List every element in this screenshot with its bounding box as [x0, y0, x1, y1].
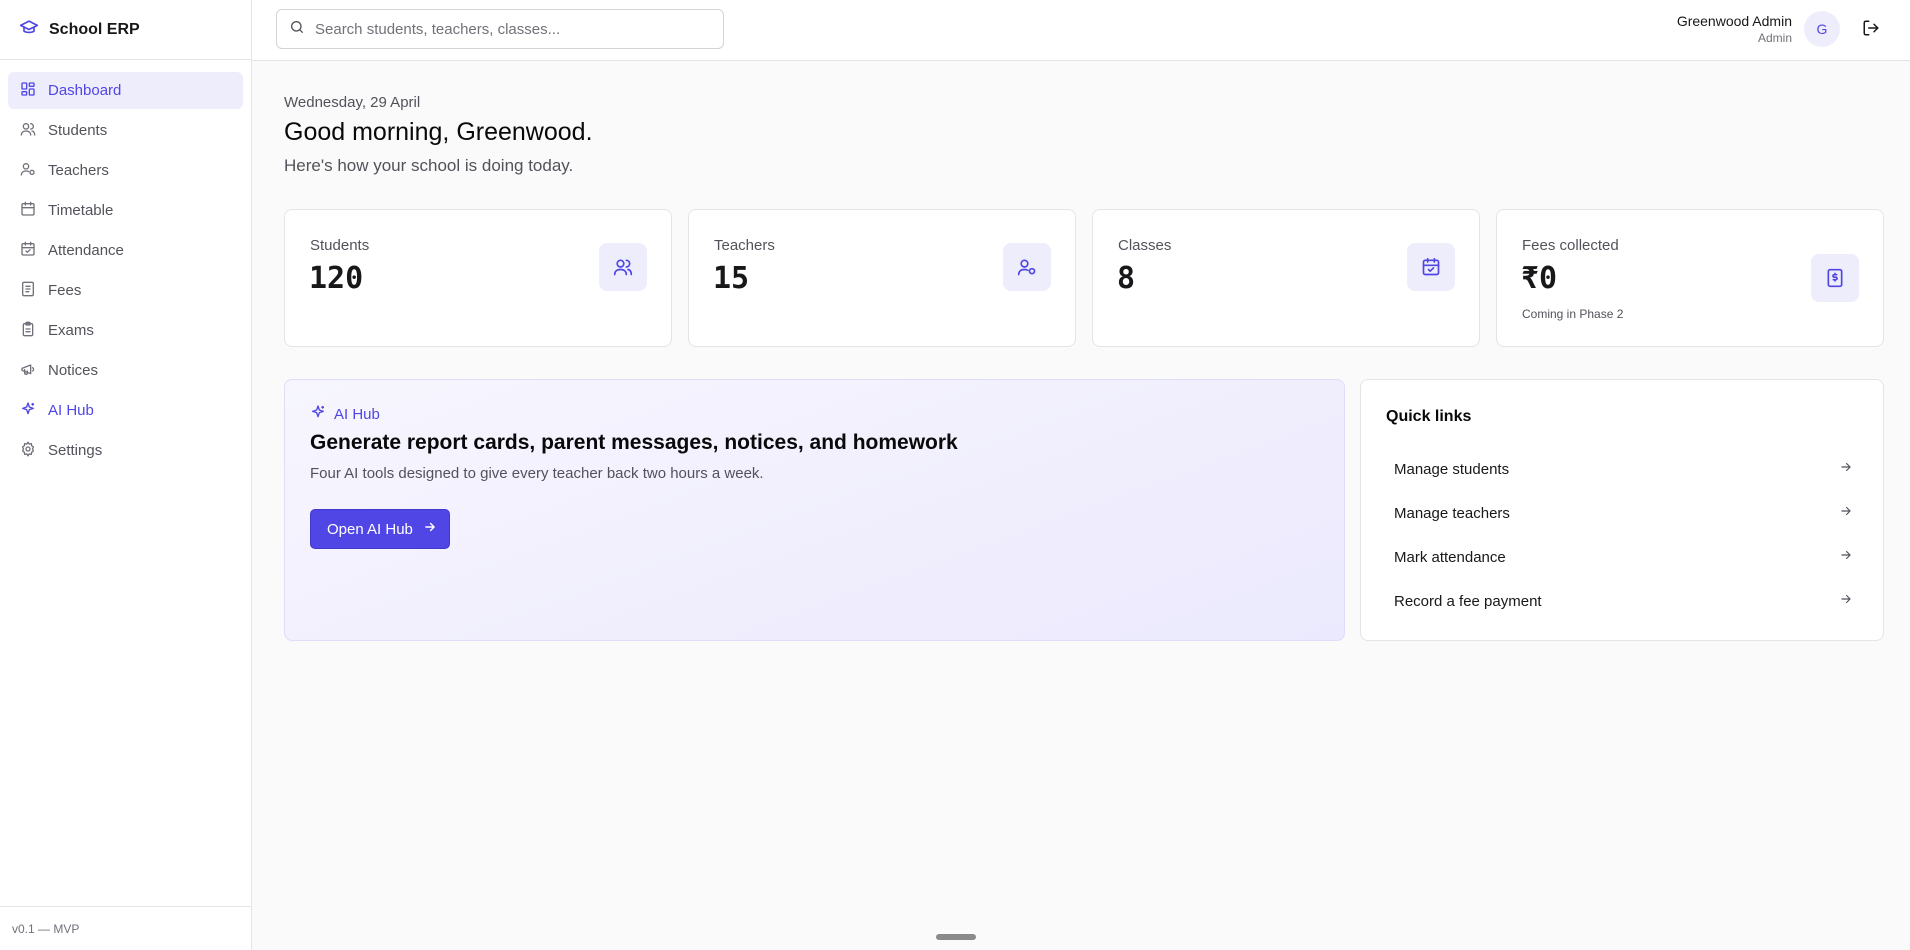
quick-links-title: Quick links: [1386, 408, 1472, 425]
sidebar-item-label: Fees: [48, 282, 82, 299]
quick-link-record-fee-payment[interactable]: Record a fee payment: [1386, 582, 1861, 620]
stat-card-fees: Fees collected ₹0 Coming in Phase 2: [1496, 209, 1884, 347]
arrow-right-icon: [1839, 592, 1853, 610]
search-icon: [289, 19, 305, 40]
topbar: Greenwood Admin Admin G: [252, 0, 1910, 61]
stat-card-classes: Classes 8: [1092, 209, 1480, 347]
sidebar-item-label: Exams: [48, 322, 94, 339]
sidebar-item-students[interactable]: Students: [8, 112, 243, 149]
sidebar-item-fees[interactable]: Fees: [8, 272, 243, 309]
stat-label: Teachers: [714, 237, 775, 254]
sidebar-item-settings[interactable]: Settings: [8, 432, 243, 469]
page-title: Good morning, Greenwood.: [284, 118, 593, 146]
quick-link-mark-attendance[interactable]: Mark attendance: [1386, 538, 1861, 576]
stat-label: Fees collected: [1522, 237, 1619, 254]
quick-link-label: Mark attendance: [1394, 548, 1506, 566]
sidebar-item-label: Timetable: [48, 202, 114, 219]
stat-value: 120: [309, 261, 364, 296]
stat-value: 15: [713, 261, 750, 296]
calendar-check-icon: [1407, 243, 1455, 291]
quick-link-label: Manage students: [1394, 460, 1510, 478]
stat-value: 8: [1117, 261, 1136, 296]
open-ai-hub-button[interactable]: Open AI Hub: [310, 509, 450, 549]
sidebar-item-label: Dashboard: [48, 82, 122, 99]
current-date: Wednesday, 29 April: [284, 94, 421, 111]
users-icon: [20, 121, 36, 141]
clipboard-icon: [20, 321, 36, 341]
gear-icon: [20, 440, 36, 461]
ai-hub-description: Four AI tools designed to give every tea…: [310, 465, 764, 482]
quick-link-manage-teachers[interactable]: Manage teachers: [1386, 494, 1861, 532]
receipt-icon: [1811, 254, 1859, 302]
quick-link-label: Manage teachers: [1394, 504, 1510, 522]
stat-value: ₹0: [1521, 261, 1558, 296]
sidebar-item-label: AI Hub: [48, 402, 94, 419]
user-info: Greenwood Admin Admin: [1677, 12, 1792, 46]
sidebar-nav: Dashboard Students Teachers Timetable At…: [0, 60, 251, 484]
stat-label: Students: [310, 237, 370, 254]
user-cog-icon: [20, 161, 36, 181]
graduation-cap-icon: [19, 17, 39, 42]
page-subtitle: Here's how your school is doing today.: [284, 156, 574, 175]
sidebar-item-timetable[interactable]: Timetable: [8, 192, 243, 229]
version-label: v0.1 — MVP: [0, 906, 251, 950]
user-role: Admin: [1757, 31, 1792, 45]
stat-label: Classes: [1118, 237, 1172, 254]
sidebar: School ERP Dashboard Students Teachers T…: [0, 0, 252, 950]
dashboard-icon: [20, 81, 36, 101]
brand[interactable]: School ERP: [0, 0, 251, 60]
user-name: Greenwood Admin: [1676, 13, 1792, 29]
sidebar-item-dashboard[interactable]: Dashboard: [8, 72, 243, 109]
quick-link-label: Record a fee payment: [1394, 592, 1542, 610]
arrow-right-icon: [1839, 548, 1853, 566]
button-label: Open AI Hub: [327, 520, 413, 538]
ai-hub-title: Generate report cards, parent messages, …: [310, 431, 958, 454]
receipt-icon: [20, 281, 36, 301]
sidebar-item-ai-hub[interactable]: AI Hub: [8, 392, 243, 429]
sidebar-item-exams[interactable]: Exams: [8, 312, 243, 349]
megaphone-icon: [20, 361, 36, 381]
ai-hub-tag-label: AI Hub: [334, 405, 380, 423]
calendar-icon: [20, 201, 36, 221]
sparkles-icon: [20, 401, 36, 421]
sidebar-item-attendance[interactable]: Attendance: [8, 232, 243, 269]
logout-icon[interactable]: [1862, 19, 1882, 39]
arrow-right-icon: [1839, 504, 1853, 522]
sidebar-item-label: Students: [48, 122, 108, 139]
sidebar-item-label: Teachers: [48, 162, 109, 179]
sidebar-item-notices[interactable]: Notices: [8, 352, 243, 389]
arrow-right-icon: [423, 520, 437, 538]
sparkles-icon: [310, 404, 326, 424]
calendar-check-icon: [20, 241, 36, 261]
users-icon: [599, 243, 647, 291]
quick-links-card: Quick links Manage students Manage teach…: [1360, 379, 1884, 641]
stat-card-students: Students 120: [284, 209, 672, 347]
arrow-right-icon: [1839, 460, 1853, 478]
stat-card-teachers: Teachers 15: [688, 209, 1076, 347]
user-cog-icon: [1003, 243, 1051, 291]
sidebar-item-label: Settings: [48, 442, 103, 459]
avatar[interactable]: G: [1804, 11, 1840, 47]
stat-note: Coming in Phase 2: [1522, 307, 1624, 321]
resize-handle[interactable]: [936, 934, 976, 940]
search-box[interactable]: [276, 9, 724, 49]
sidebar-item-label: Notices: [48, 362, 99, 379]
brand-name: School ERP: [49, 20, 140, 38]
sidebar-item-label: Attendance: [48, 242, 124, 259]
ai-hub-tag: AI Hub: [310, 404, 380, 424]
ai-hub-card: AI Hub Generate report cards, parent mes…: [284, 379, 1345, 641]
quick-link-manage-students[interactable]: Manage students: [1386, 450, 1861, 488]
search-input[interactable]: [315, 20, 705, 38]
sidebar-item-teachers[interactable]: Teachers: [8, 152, 243, 189]
